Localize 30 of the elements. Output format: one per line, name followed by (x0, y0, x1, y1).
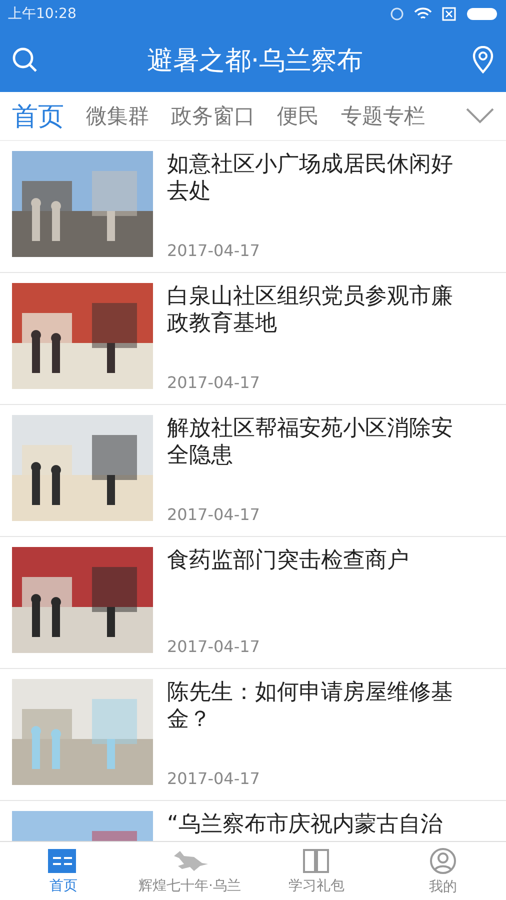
category-tab[interactable]: 便民 (277, 102, 319, 130)
nav-tab[interactable]: 首页 (0, 842, 126, 900)
nav-tab[interactable]: 我的 (380, 842, 506, 900)
nav-tab[interactable]: 辉煌七十年·乌兰 (126, 842, 253, 900)
article-title[interactable]: 陈先生：如何申请房屋维修基金？ (167, 679, 468, 733)
book-icon (302, 848, 330, 874)
article-date: 2017-04-17 (167, 769, 261, 788)
wifi-icon (414, 7, 432, 21)
location-pin-icon[interactable] (472, 46, 494, 74)
article-title[interactable]: 解放社区帮福安苑小区消除安全隐患 (167, 415, 468, 469)
article-date: 2017-04-17 (167, 241, 261, 260)
nav-tab[interactable]: 学习礼包 (253, 842, 380, 900)
category-tab[interactable]: 政务窗口 (171, 102, 255, 130)
sim-icon (442, 7, 456, 21)
article-date: 2017-04-17 (167, 505, 261, 524)
article-title[interactable]: 食药监部门突击检查商户 (167, 547, 468, 574)
category-tab[interactable]: 首页 (12, 98, 64, 134)
article-title[interactable]: “乌兰察布市庆祝内蒙古自治 (167, 811, 468, 838)
article-title[interactable]: 白泉山社区组织党员参观市廉政教育基地 (167, 283, 468, 337)
article-date: 2017-04-17 (167, 373, 261, 392)
status-time: 上午10:28 (8, 5, 76, 23)
app-title: 避暑之都·乌兰察布 (146, 44, 364, 78)
category-tab[interactable]: 专题专栏 (341, 102, 425, 130)
category-tab[interactable]: 微集群 (86, 102, 149, 130)
article-title[interactable]: 如意社区小广场成居民休闲好去处 (167, 151, 468, 205)
article-date: 2017-04-17 (167, 637, 261, 656)
search-icon[interactable] (12, 47, 38, 73)
chevron-down-icon[interactable] (466, 108, 494, 124)
battery-icon (466, 7, 498, 21)
user-icon (428, 846, 457, 874)
